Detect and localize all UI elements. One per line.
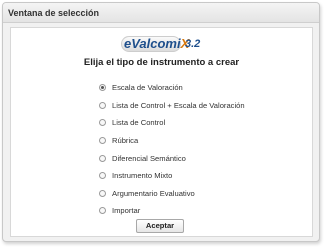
option-rubrica[interactable]: Rúbrica [99, 132, 245, 150]
selection-panel: eValcomiX 3.2 Elija el tipo de instrumen… [10, 27, 313, 237]
option-label: Escala de Valoración [112, 83, 183, 93]
option-importar[interactable]: Importar [99, 202, 245, 220]
option-instrumento-mixto[interactable]: Instrumento Mixto [99, 167, 245, 185]
evalcomix-logo: eValcomiX 3.2 [121, 35, 211, 53]
option-label: Lista de Control [112, 118, 166, 128]
option-label: Importar [112, 206, 141, 216]
logo-middle: Valcomi [131, 36, 181, 51]
radio-button[interactable] [99, 119, 106, 127]
radio-button[interactable] [99, 154, 106, 162]
radio-button[interactable] [99, 207, 106, 215]
radio-button[interactable] [99, 84, 106, 92]
option-label: Instrumento Mixto [112, 171, 173, 181]
radio-button[interactable] [99, 172, 106, 180]
option-lista-control[interactable]: Lista de Control [99, 114, 245, 132]
option-lista-control-escala[interactable]: Lista de Control + Escala de Valoración [99, 97, 245, 115]
instrument-type-options: Escala de Valoración Lista de Control + … [99, 79, 245, 220]
radio-button[interactable] [99, 137, 106, 145]
instruction-heading: Elija el tipo de instrumento a crear [83, 57, 240, 68]
accept-button[interactable]: Aceptar [136, 219, 184, 233]
option-escala-valoracion[interactable]: Escala de Valoración [99, 79, 245, 97]
option-diferencial-semantico[interactable]: Diferencial Semántico [99, 149, 245, 167]
option-label: Lista de Control + Escala de Valoración [112, 100, 245, 110]
logo-version: 3.2 [185, 38, 201, 50]
option-argumentario-evaluativo[interactable]: Argumentario Evaluativo [99, 185, 245, 203]
radio-button[interactable] [99, 101, 106, 109]
selection-window: Ventana de selección eValcomiX 3.2 Elija… [2, 2, 320, 242]
window-title: Ventana de selección [3, 3, 319, 23]
option-label: Argumentario Evaluativo [112, 188, 195, 198]
option-label: Rúbrica [112, 136, 139, 146]
logo-wordmark: eValcomiX [124, 35, 189, 53]
radio-button[interactable] [99, 189, 106, 197]
option-label: Diferencial Semántico [112, 153, 186, 163]
